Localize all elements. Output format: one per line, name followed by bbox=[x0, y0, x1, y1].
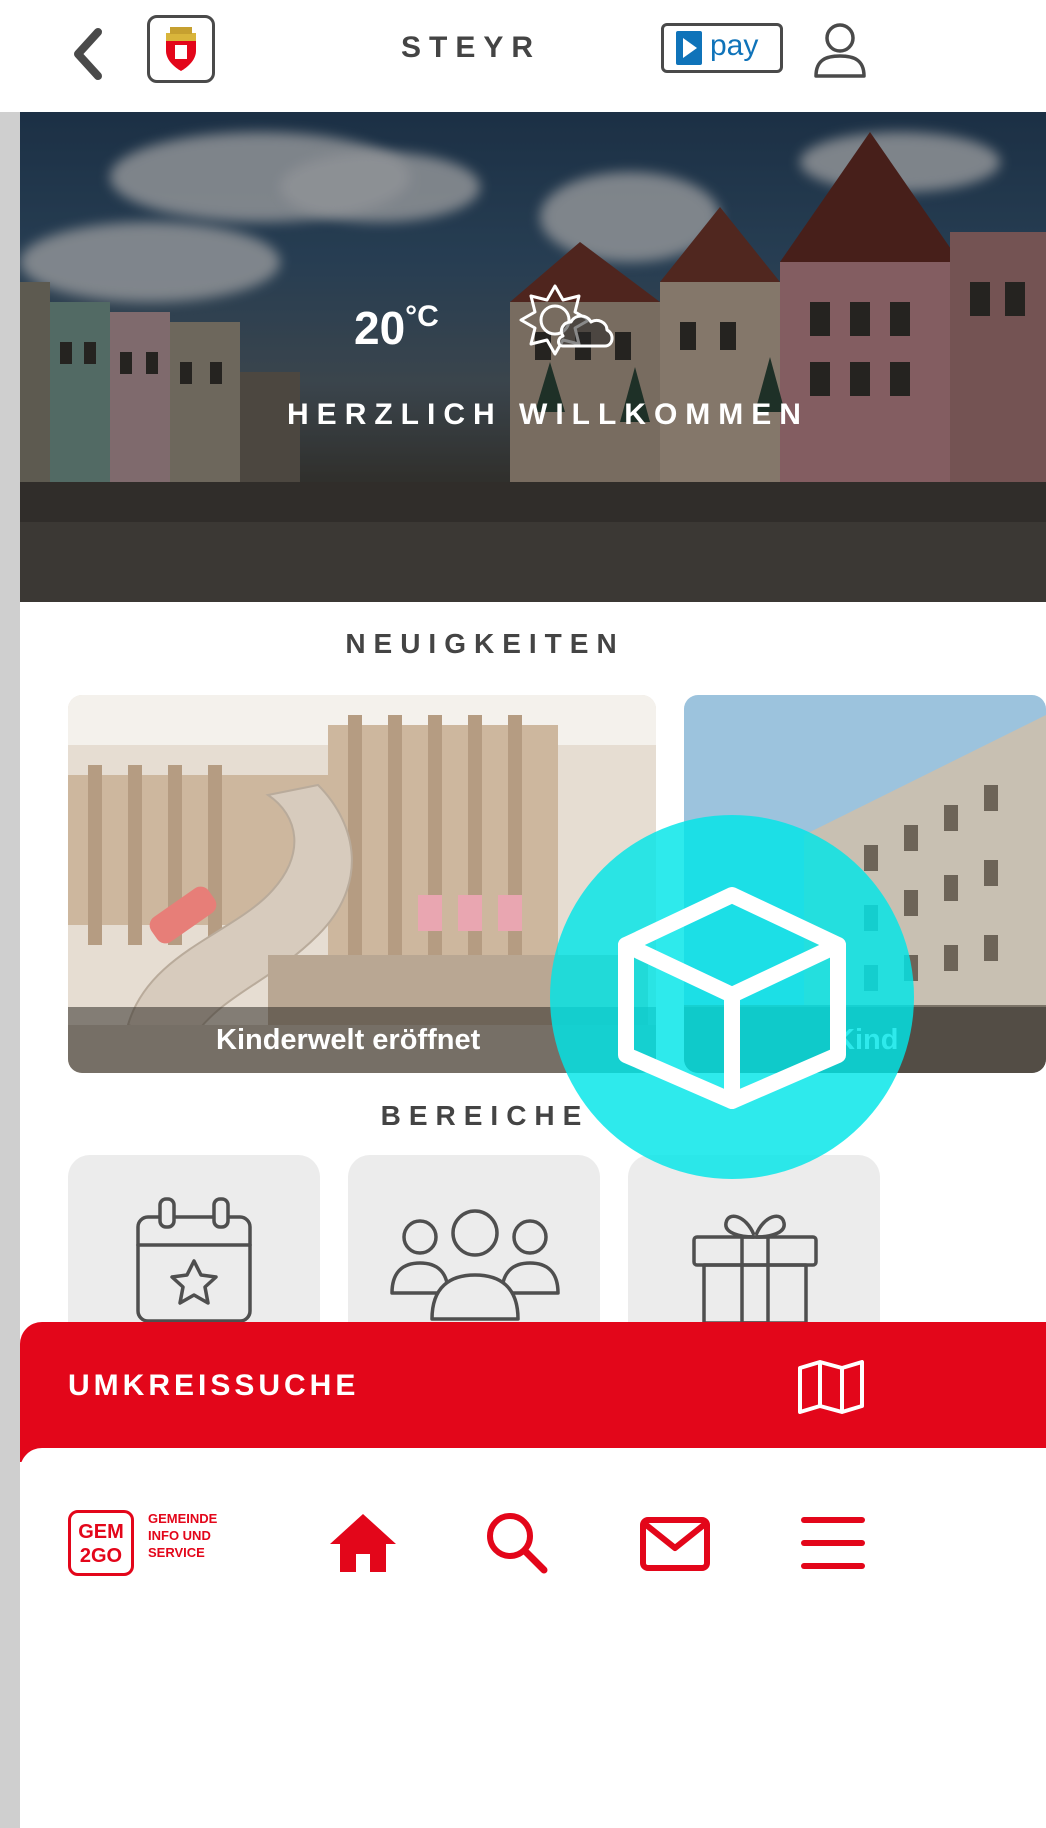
menu-icon[interactable] bbox=[796, 1506, 870, 1580]
home-icon[interactable] bbox=[326, 1506, 400, 1580]
map-icon bbox=[798, 1360, 864, 1414]
news-section-title: NEUIGKEITEN bbox=[345, 628, 625, 659]
brand-tagline: GEMEINDE INFO UND SERVICE bbox=[148, 1510, 268, 1561]
search-icon[interactable] bbox=[480, 1506, 554, 1580]
coat-of-arms-icon bbox=[166, 27, 196, 71]
play-icon bbox=[676, 31, 702, 65]
app-screen: STEYR pay 20°C HERZLICH WILLKOMMEN NEUIG… bbox=[0, 0, 1046, 1828]
bottom-navigation: GEM 2GO GEMEINDE INFO UND SERVICE bbox=[20, 1448, 1046, 1828]
temperature: 20°C bbox=[354, 287, 439, 358]
3d-view-button[interactable] bbox=[550, 815, 914, 1179]
left-edge-strip bbox=[0, 70, 20, 1828]
tagline-line-3: SERVICE bbox=[148, 1545, 205, 1560]
cube-icon bbox=[618, 887, 846, 1109]
radius-search-bar[interactable]: UMKREISSUCHE bbox=[20, 1322, 1046, 1462]
gift-icon bbox=[692, 1214, 818, 1325]
mail-icon[interactable] bbox=[638, 1506, 712, 1580]
calendar-star-icon bbox=[136, 1197, 252, 1323]
pay-label: pay bbox=[710, 29, 759, 62]
municipality-crest[interactable] bbox=[147, 15, 215, 83]
hero-banner: 20°C HERZLICH WILLKOMMEN bbox=[20, 112, 1046, 602]
gem2go-logo[interactable]: GEM 2GO bbox=[68, 1510, 134, 1576]
user-icon[interactable] bbox=[808, 18, 872, 82]
temperature-unit: °C bbox=[405, 300, 439, 333]
radius-search-label: UMKREISSUCHE bbox=[68, 1369, 360, 1402]
page-title: STEYR bbox=[400, 31, 542, 64]
tagline-line-2: INFO UND bbox=[148, 1528, 211, 1543]
top-bar: STEYR pay bbox=[0, 0, 1046, 112]
temperature-value: 20 bbox=[354, 302, 406, 354]
logo-line-1: GEM bbox=[78, 1521, 124, 1543]
logo-line-2: 2GO bbox=[79, 1545, 123, 1567]
pay-button[interactable]: pay bbox=[661, 23, 783, 73]
partly-cloudy-icon bbox=[519, 284, 614, 356]
welcome-heading: HERZLICH WILLKOMMEN bbox=[287, 398, 809, 431]
back-arrow-icon[interactable] bbox=[64, 20, 116, 88]
group-icon bbox=[390, 1209, 560, 1321]
tagline-line-1: GEMEINDE bbox=[148, 1511, 218, 1526]
